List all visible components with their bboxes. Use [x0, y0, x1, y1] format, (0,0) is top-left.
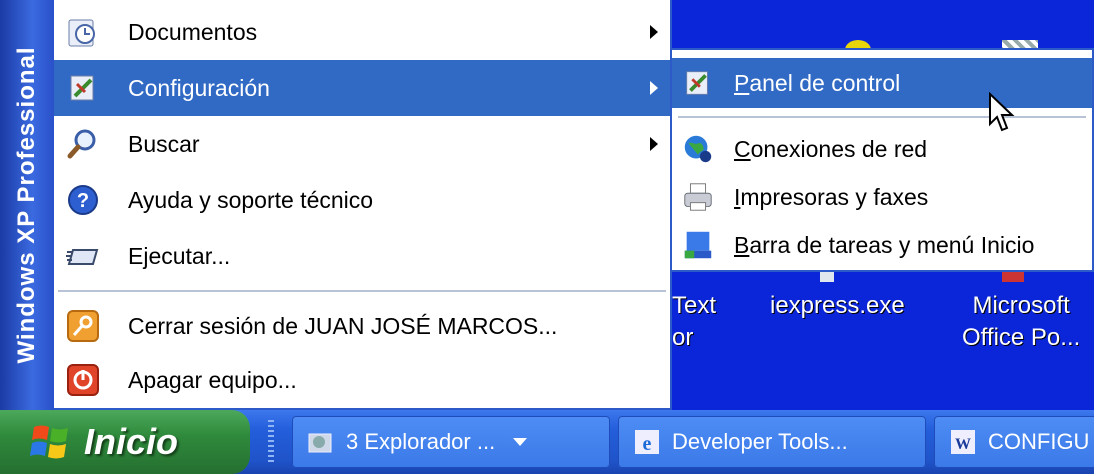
ie-icon: e [632, 427, 662, 457]
submenu-item-taskbar-settings[interactable]: Barra de tareas y menú Inicio [672, 220, 1092, 270]
desktop-icon-label[interactable]: iexpress.exe [770, 290, 905, 322]
submenu-arrow-icon [650, 137, 658, 151]
taskbar-grip[interactable] [268, 420, 274, 464]
chevron-down-icon [513, 438, 528, 446]
menu-item-label: Ejecutar... [128, 242, 231, 269]
submenu-separator [678, 116, 1086, 118]
mouse-cursor-icon [989, 92, 1015, 132]
help-icon: ? [60, 177, 106, 223]
taskbar-button-label: CONFIGU [988, 429, 1090, 454]
desktop-icon-line: or [672, 324, 694, 351]
desktop-icon-label[interactable]: Microsoft Office Po... [962, 290, 1080, 354]
run-icon [60, 233, 106, 279]
desktop-icon-line: iexpress.exe [770, 292, 905, 319]
menu-item-logoff[interactable]: Cerrar sesión de JUAN JOSÉ MARCOS... [54, 298, 670, 354]
desktop-icon-line: Text [672, 292, 717, 319]
start-button[interactable]: Inicio [0, 410, 250, 474]
desktop-icon-image[interactable] [820, 272, 834, 282]
start-menu: Windows XP Professional Documentos Confi… [0, 0, 672, 410]
svg-text:W: W [955, 436, 971, 453]
taskbar-button-developer-tools[interactable]: e Developer Tools... [618, 416, 926, 468]
network-connections-icon [676, 127, 720, 171]
menu-item-search[interactable]: Buscar [54, 116, 670, 172]
taskbar-button-explorer[interactable]: 3 Explorador ... [292, 416, 610, 468]
submenu-arrow-icon [650, 25, 658, 39]
shutdown-icon [60, 357, 106, 403]
desktop-icon-line: Office Po... [962, 324, 1081, 351]
submenu-item-network-connections[interactable]: Conexiones de red [672, 124, 1092, 174]
desktop-icon-label[interactable]: Text or [672, 290, 716, 354]
submenu-arrow-icon [650, 81, 658, 95]
explorer-group-icon [306, 427, 336, 457]
start-menu-brand: Windows XP Professional [0, 0, 54, 410]
word-icon: W [948, 427, 978, 457]
taskbar-button-word[interactable]: W CONFIGU [934, 416, 1094, 468]
menu-item-help[interactable]: ? Ayuda y soporte técnico [54, 172, 670, 228]
desktop-icon-line: Microsoft [972, 292, 1070, 319]
logoff-icon [60, 303, 106, 349]
menu-separator [58, 290, 666, 292]
menu-item-settings[interactable]: Configuración [54, 60, 670, 116]
menu-item-label: Buscar [128, 130, 200, 157]
taskbar: Inicio 3 Explorador ... e Developer Tool… [0, 410, 1094, 474]
menu-item-run[interactable]: Ejecutar... [54, 228, 670, 284]
menu-item-label: Apagar equipo... [128, 366, 297, 393]
taskbar-button-label: 3 Explorador ... [346, 429, 496, 454]
submenu-item-printers[interactable]: Impresoras y faxes [672, 172, 1092, 222]
control-panel-icon [676, 61, 720, 105]
settings-icon [60, 65, 106, 111]
menu-item-label: Cerrar sesión de JUAN JOSÉ MARCOS... [128, 312, 558, 339]
start-button-label: Inicio [84, 421, 179, 462]
submenu-item-label: Impresoras y faxes [734, 183, 929, 210]
svg-text:?: ? [77, 190, 89, 212]
submenu-item-label: Barra de tareas y menú Inicio [734, 231, 1035, 258]
settings-submenu: Panel de control Conexiones de red Impre… [670, 48, 1094, 272]
menu-item-label: Ayuda y soporte técnico [128, 186, 374, 213]
search-icon [60, 121, 106, 167]
menu-item-documents[interactable]: Documentos [54, 4, 670, 60]
submenu-item-control-panel[interactable]: Panel de control [672, 58, 1092, 108]
submenu-item-label: Panel de control [734, 69, 901, 96]
svg-text:e: e [643, 433, 652, 455]
printers-icon [676, 175, 720, 219]
taskbar-button-label: Developer Tools... [672, 429, 848, 454]
documents-icon [60, 9, 106, 55]
submenu-item-label: Conexiones de red [734, 135, 928, 162]
menu-item-label: Documentos [128, 18, 258, 45]
taskbar-settings-icon [676, 223, 720, 267]
brand-text: Windows XP Professional [13, 46, 40, 364]
menu-item-label: Configuración [128, 74, 270, 101]
windows-logo-icon [30, 421, 72, 463]
menu-item-shutdown[interactable]: Apagar equipo... [54, 352, 670, 408]
